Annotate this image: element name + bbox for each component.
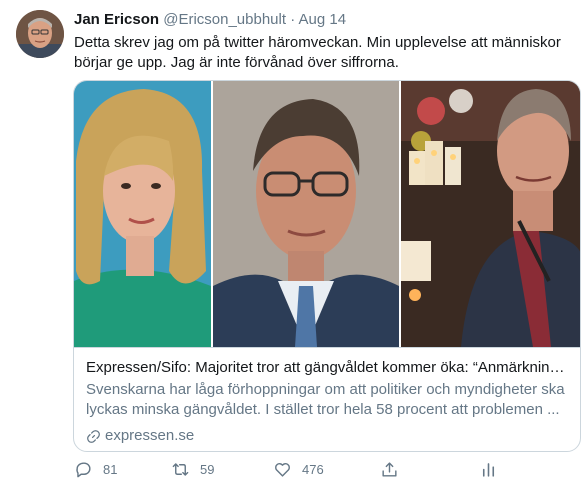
avatar[interactable] <box>16 10 64 58</box>
analytics-button[interactable] <box>479 460 498 479</box>
retweet-icon <box>172 463 189 476</box>
card-description: Svenskarna har låga förhoppningar om att… <box>86 381 565 418</box>
like-count: 476 <box>302 462 324 477</box>
tweet-text: Detta skrev jag om på twitter häromvecka… <box>74 34 561 71</box>
card-photo-candles-man <box>401 81 580 347</box>
card-title: Expressen/Sifo: Majoritet tror att gängv… <box>86 359 570 376</box>
header-separator: · <box>290 11 296 28</box>
card-body: Expressen/Sifo: Majoritet tror att gängv… <box>74 347 580 451</box>
card-photo-woman <box>74 81 211 347</box>
card-domain-text: expressen.se <box>105 427 195 444</box>
share-button[interactable] <box>380 460 399 479</box>
like-button[interactable]: 476 <box>273 460 324 479</box>
author-name[interactable]: Jan Ericson <box>74 11 159 28</box>
share-icon <box>382 462 397 477</box>
retweet-button[interactable]: 59 <box>171 460 214 479</box>
link-icon <box>87 429 100 443</box>
reply-icon <box>76 462 91 478</box>
retweet-count: 59 <box>200 462 215 477</box>
card-photo-man-glasses <box>213 81 399 347</box>
tweet-actions: 81 59 476 <box>74 460 504 484</box>
avatar-photo <box>16 10 64 58</box>
tweet-date[interactable]: Aug 14 <box>299 11 347 28</box>
author-handle[interactable]: @Ericson_ubbhult <box>163 11 286 28</box>
analytics-icon <box>482 463 495 477</box>
tweet-header: Jan Ericson @Ericson_ubbhult · Aug 14 <box>74 10 346 30</box>
like-icon <box>275 463 290 477</box>
card-domain: expressen.se <box>86 426 570 446</box>
card-image <box>74 81 580 347</box>
link-preview-card[interactable]: Expressen/Sifo: Majoritet tror att gängv… <box>73 80 581 452</box>
reply-count: 81 <box>103 462 118 477</box>
reply-button[interactable]: 81 <box>74 460 117 479</box>
